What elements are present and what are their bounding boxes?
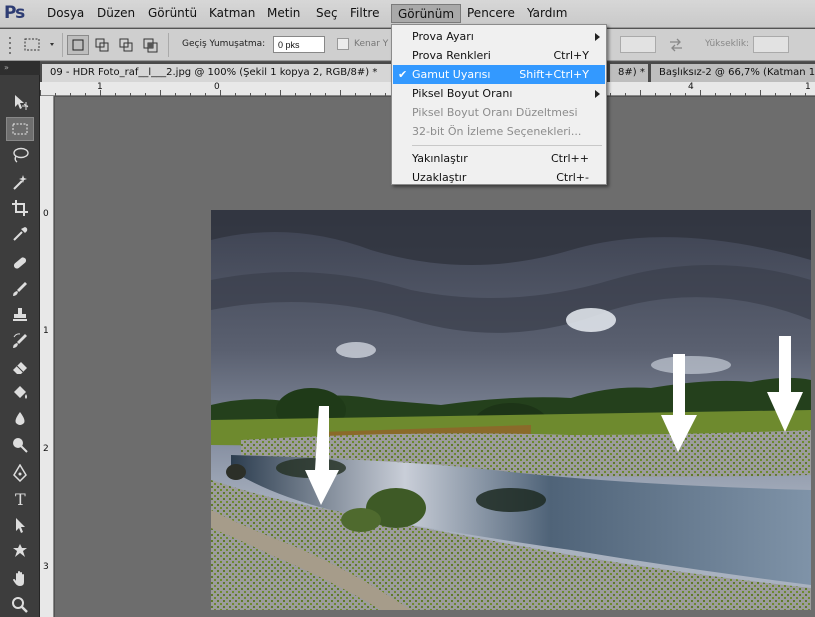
tab-hidden-document[interactable]: 8#) * ×	[610, 64, 648, 82]
submenu-arrow-icon	[595, 90, 600, 98]
menu-select[interactable]: Seç	[316, 6, 338, 20]
collapse-icon[interactable]: »	[0, 61, 40, 75]
eraser-icon[interactable]	[6, 355, 34, 379]
grip-icon	[6, 35, 20, 55]
tab-hdr-photo[interactable]: 09 - HDR Foto_raf__l___2.jpg @ 100% (Şek…	[42, 64, 414, 82]
ruler-label: 1	[43, 326, 49, 336]
menu-window[interactable]: Pencere	[467, 6, 515, 20]
marquee-icon[interactable]	[6, 117, 34, 141]
menu-layer[interactable]: Katman	[209, 6, 255, 20]
menu-edit[interactable]: Düzen	[97, 6, 135, 20]
width-input[interactable]	[620, 36, 656, 53]
feather-label: Geçiş Yumuşatma:	[182, 39, 266, 49]
menu-item-zoom-out[interactable]: Uzaklaştır Ctrl+-	[393, 168, 605, 187]
shape-icon[interactable]	[6, 539, 34, 563]
blur-icon[interactable]	[6, 407, 34, 431]
menu-item-proof-colors[interactable]: Prova Renkleri Ctrl+Y	[393, 46, 605, 65]
ruler-label: 0	[214, 82, 220, 92]
menu-type[interactable]: Metin	[267, 6, 300, 20]
eyedropper-icon[interactable]	[6, 222, 34, 246]
menu-item-32bit-preview-options: 32-bit Ön İzleme Seçenekleri...	[412, 125, 582, 138]
intersect-selection-button[interactable]	[140, 35, 162, 55]
zoom-icon[interactable]	[6, 593, 34, 617]
view-menu-dropdown: Prova Ayarı Prova Renkleri Ctrl+Y ✔ Gamu…	[391, 24, 607, 185]
shortcut-label: Ctrl++	[550, 152, 589, 165]
healing-brush-icon[interactable]	[6, 251, 34, 275]
brush-icon[interactable]	[6, 277, 34, 301]
vertical-ruler: 0 1 2 3	[40, 96, 54, 617]
tools-panel: » T	[0, 61, 40, 617]
new-selection-button[interactable]	[67, 35, 89, 55]
ruler-label: 1	[805, 82, 811, 92]
clone-stamp-icon[interactable]	[6, 303, 34, 327]
ruler-label: 3	[43, 562, 49, 572]
menu-filter[interactable]: Filtre	[350, 6, 379, 20]
lasso-icon[interactable]	[6, 143, 34, 167]
feather-input[interactable]	[273, 36, 325, 53]
magic-wand-icon[interactable]	[6, 170, 34, 194]
menu-item-gamut-warning[interactable]: ✔ Gamut Uyarısı Shift+Ctrl+Y	[393, 65, 605, 84]
subtract-from-selection-button[interactable]	[116, 35, 138, 55]
shortcut-label: Ctrl+-	[556, 171, 589, 184]
menu-item-proof-setup[interactable]: Prova Ayarı	[393, 27, 605, 46]
antialias-label: Kenar Y	[354, 39, 389, 49]
ruler-label: 2	[43, 444, 49, 454]
swap-icon[interactable]	[668, 38, 684, 52]
crop-icon[interactable]	[6, 196, 34, 220]
hdr-landscape-photo[interactable]	[211, 210, 811, 610]
submenu-arrow-icon	[595, 33, 600, 41]
tab-untitled-2[interactable]: Başlıksız-2 @ 66,7% (Katman 1	[651, 64, 815, 82]
menu-help[interactable]: Yardım	[527, 6, 567, 20]
type-icon[interactable]: T	[6, 487, 34, 511]
menu-image[interactable]: Görüntü	[148, 6, 197, 20]
move-icon[interactable]	[6, 90, 34, 114]
dodge-icon[interactable]	[6, 433, 34, 457]
checkmark-icon: ✔	[398, 68, 408, 81]
menu-separator	[412, 145, 602, 146]
shortcut-label: Shift+Ctrl+Y	[519, 68, 589, 81]
path-selection-icon[interactable]	[6, 513, 34, 537]
shortcut-label: Ctrl+Y	[553, 49, 589, 62]
antialias-checkbox[interactable]	[337, 38, 349, 50]
menu-item-zoom-in[interactable]: Yakınlaştır Ctrl++	[393, 149, 605, 168]
height-input[interactable]	[753, 36, 789, 53]
history-brush-icon[interactable]	[6, 329, 34, 353]
height-label: Yükseklik:	[705, 39, 750, 49]
svg-text:T: T	[15, 490, 26, 508]
ruler-label: 0	[43, 209, 49, 219]
menu-item-pixel-aspect-ratio[interactable]: Piksel Boyut Oranı	[393, 84, 605, 103]
add-to-selection-button[interactable]	[92, 35, 114, 55]
menu-view[interactable]: Görünüm	[391, 4, 462, 23]
menu-item-pixel-aspect-correction: Piksel Boyut Oranı Düzeltmesi	[412, 106, 578, 119]
hand-icon[interactable]	[6, 567, 34, 591]
tool-preset-picker[interactable]	[22, 36, 60, 54]
paint-bucket-icon[interactable]	[6, 381, 34, 405]
pen-icon[interactable]	[6, 461, 34, 485]
ruler-label: 1	[97, 82, 103, 92]
menu-file[interactable]: Dosya	[47, 6, 84, 20]
photoshop-logo: Ps	[4, 3, 25, 23]
ruler-label: 4	[688, 82, 694, 92]
